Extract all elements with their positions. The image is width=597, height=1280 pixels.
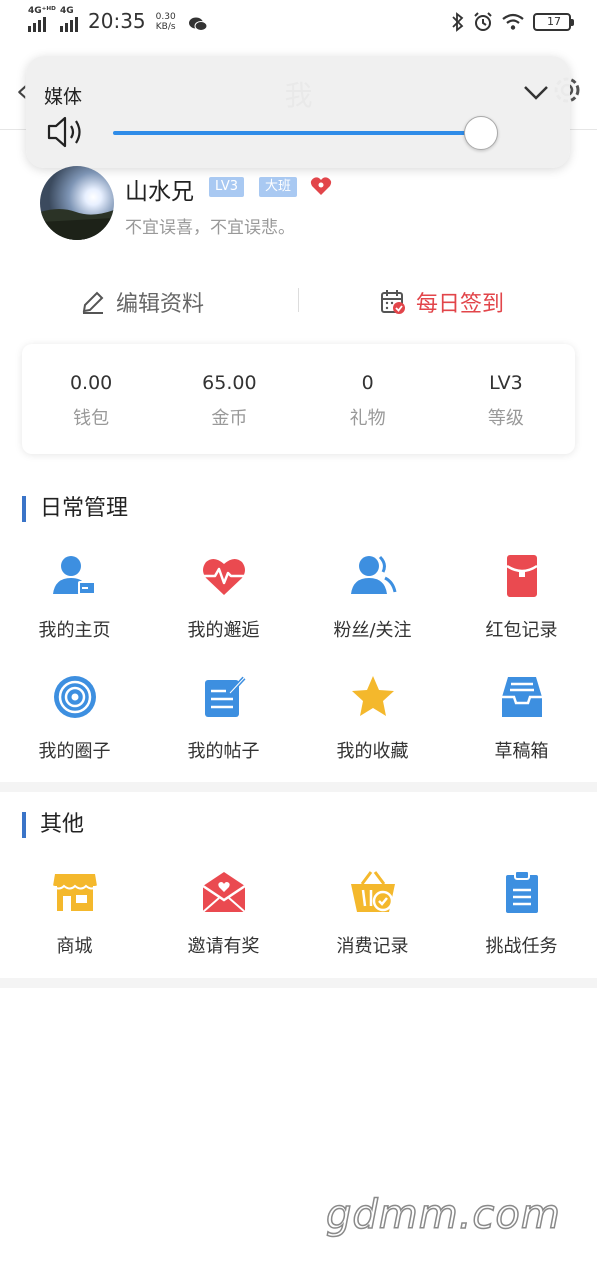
circle-target-icon bbox=[53, 676, 96, 718]
stat-label: 金币 bbox=[211, 408, 248, 429]
menu-item-label: 挑战任务 bbox=[485, 936, 558, 957]
menu-item-challenge-task[interactable]: 挑战任务 bbox=[447, 868, 596, 958]
battery-level: 17 bbox=[547, 15, 561, 28]
bluetooth-icon bbox=[452, 12, 464, 32]
menu-item-drafts[interactable]: 草稿箱 bbox=[447, 673, 596, 763]
menu-item-my-posts[interactable]: 我的帖子 bbox=[149, 673, 298, 763]
post-edit-icon bbox=[204, 676, 245, 717]
menu-item-label: 我的主页 bbox=[38, 620, 111, 641]
menu-item-label: 消费记录 bbox=[336, 936, 409, 957]
user-motto: 不宜误喜，不宜误悲。 bbox=[125, 218, 295, 238]
section-title-other: 其他 bbox=[22, 812, 84, 838]
menu-item-my-favorites[interactable]: 我的收藏 bbox=[298, 673, 447, 763]
network-type-2: 4G bbox=[60, 6, 74, 16]
menu-item-label: 我的帖子 bbox=[187, 741, 260, 762]
stat-value: 0.00 bbox=[69, 372, 113, 394]
menu-item-invite[interactable]: 邀请有奖 bbox=[149, 868, 298, 958]
stat-value: 65.00 bbox=[202, 372, 257, 394]
stat-wallet[interactable]: 0.00 钱包 bbox=[22, 344, 160, 454]
stat-coins[interactable]: 65.00 金币 bbox=[160, 344, 298, 454]
menu-item-red-packet[interactable]: 红包记录 bbox=[447, 552, 596, 642]
heartbeat-icon bbox=[202, 558, 245, 595]
alarm-icon bbox=[474, 12, 492, 31]
basket-icon bbox=[350, 871, 395, 912]
invite-envelope-icon bbox=[201, 872, 246, 913]
level-badge: LV3 bbox=[209, 177, 244, 197]
shop-icon bbox=[51, 874, 98, 911]
section-separator bbox=[0, 782, 597, 792]
menu-item-label: 邀请有奖 bbox=[187, 936, 260, 957]
battery-icon: 17 bbox=[533, 13, 574, 31]
wifi-icon bbox=[502, 13, 524, 30]
clipboard-icon bbox=[505, 870, 538, 913]
heart-icon bbox=[310, 177, 332, 195]
red-envelope-icon bbox=[505, 555, 538, 597]
daily-sign-in-button[interactable]: 每日签到 bbox=[380, 286, 504, 318]
calendar-check-icon bbox=[381, 290, 405, 314]
media-volume-panel: 媒体 bbox=[26, 56, 570, 168]
volume-slider-knob[interactable] bbox=[464, 116, 498, 150]
menu-item-spending-record[interactable]: 消费记录 bbox=[298, 868, 447, 958]
menu-item-label: 我的圈子 bbox=[38, 741, 111, 762]
section-title-daily: 日常管理 bbox=[22, 496, 128, 522]
media-panel-title: 媒体 bbox=[44, 86, 83, 108]
fans-icon bbox=[350, 555, 396, 594]
edit-profile-button[interactable]: 编辑资料 bbox=[80, 286, 204, 318]
username: 山水兄 bbox=[125, 179, 194, 205]
edit-profile-label: 编辑资料 bbox=[116, 292, 205, 317]
user-home-icon bbox=[52, 556, 96, 595]
volume-slider-track[interactable] bbox=[113, 131, 483, 135]
stat-label: 礼物 bbox=[349, 408, 386, 429]
stat-value: 0 bbox=[361, 372, 374, 394]
menu-item-label: 我的收藏 bbox=[336, 741, 409, 762]
stats-card: 0.00 钱包 65.00 金币 0 礼物 LV3 等级 bbox=[22, 344, 575, 454]
menu-item-label: 商城 bbox=[56, 936, 93, 957]
menu-item-label: 红包记录 bbox=[485, 620, 558, 641]
stat-label: 钱包 bbox=[73, 408, 110, 429]
menu-item-label: 粉丝/关注 bbox=[333, 620, 412, 641]
chevron-down-icon[interactable] bbox=[522, 78, 550, 106]
menu-item-shop[interactable]: 商城 bbox=[0, 868, 149, 958]
draft-box-icon bbox=[501, 677, 542, 717]
avatar[interactable] bbox=[40, 166, 114, 240]
watermark: gdmm.com bbox=[325, 1191, 561, 1239]
menu-item-fans-follow[interactable]: 粉丝/关注 bbox=[298, 552, 447, 642]
stat-label: 等级 bbox=[487, 408, 524, 429]
menu-item-my-encounter[interactable]: 我的邂逅 bbox=[149, 552, 298, 642]
section-separator bbox=[0, 978, 597, 988]
daily-sign-in-label: 每日签到 bbox=[416, 292, 505, 317]
menu-item-my-circle[interactable]: 我的圈子 bbox=[0, 673, 149, 763]
signal-1-icon: 4G⁺ᴴᴰ bbox=[28, 6, 56, 32]
stat-value: LV3 bbox=[489, 372, 523, 394]
menu-item-label: 我的邂逅 bbox=[187, 620, 260, 641]
speed-value: 0.30 bbox=[155, 12, 176, 22]
menu-item-label: 草稿箱 bbox=[494, 741, 549, 762]
clock: 20:35 bbox=[88, 9, 146, 33]
network-speed: 0.30 KB/s bbox=[156, 12, 176, 32]
wechat-icon bbox=[188, 17, 208, 31]
class-badge: 大班 bbox=[259, 177, 298, 197]
profile-actions: 编辑资料 每日签到 bbox=[0, 274, 597, 328]
network-type-1: 4G⁺ᴴᴰ bbox=[28, 6, 56, 16]
signal-2-icon: 4G bbox=[60, 6, 78, 32]
star-icon bbox=[351, 676, 394, 716]
speed-unit: KB/s bbox=[155, 22, 176, 32]
menu-item-my-home[interactable]: 我的主页 bbox=[0, 552, 149, 642]
speaker-icon[interactable] bbox=[46, 114, 86, 150]
stat-level[interactable]: LV3 等级 bbox=[437, 344, 575, 454]
status-bar: 4G⁺ᴴᴰ 4G 20:35 0.30 KB/s 17 bbox=[0, 0, 597, 48]
stat-gifts[interactable]: 0 礼物 bbox=[299, 344, 437, 454]
action-divider bbox=[298, 288, 299, 312]
pencil-icon bbox=[82, 291, 104, 314]
